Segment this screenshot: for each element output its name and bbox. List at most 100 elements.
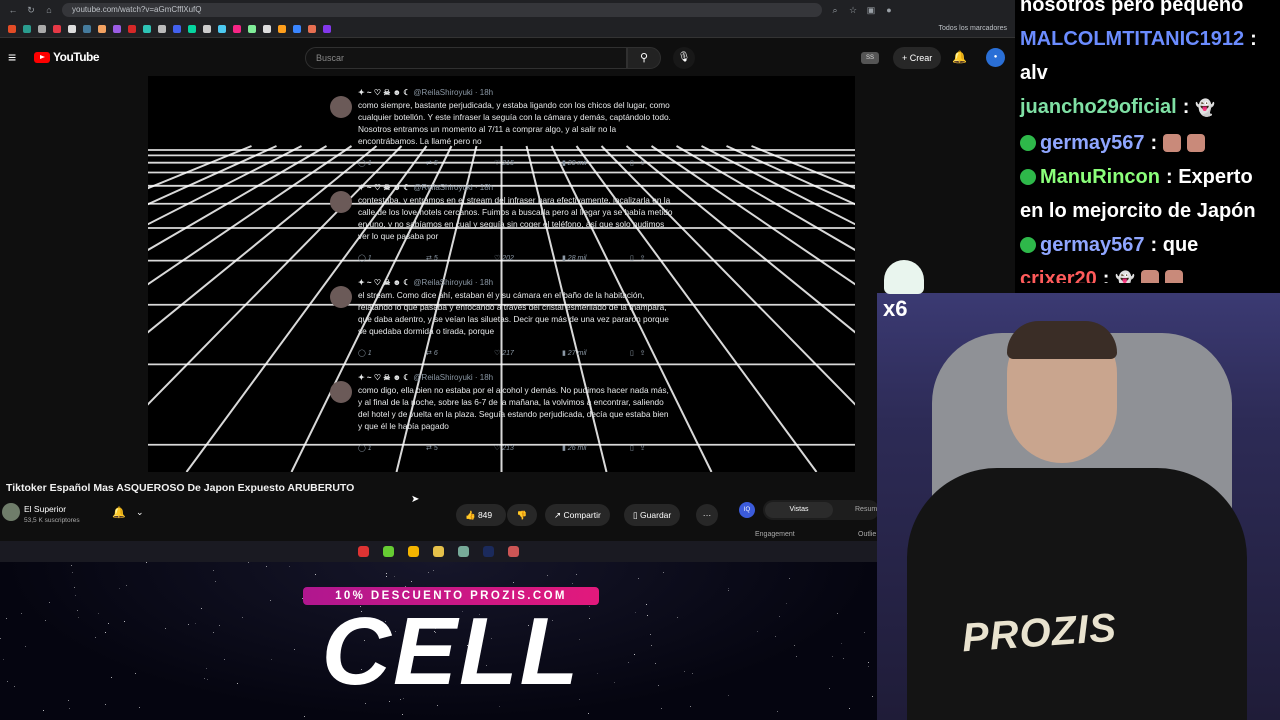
tweet-actions: ◯ 1 ⇄ 6 ♡ 217 ▮ 27 mil ▯ ⇪ [358,349,673,357]
tweet-handle[interactable]: @ReilaShiroyuki · 18h [413,183,493,192]
views-button[interactable]: ▮ 29 mil [562,159,630,167]
bookmark-icon[interactable]: ▯ ⇪ [630,444,646,452]
bookmark-icon[interactable] [83,24,91,33]
all-bookmarks[interactable]: Todos los marcadores [939,25,1007,32]
bookmark-icon[interactable] [248,24,256,33]
profile-icon[interactable]: ● [884,5,894,15]
subscription-bell-icon[interactable]: 🔔 [112,506,126,519]
bookmark-icon[interactable] [203,24,211,33]
account-avatar[interactable]: ● [986,48,1005,67]
reply-button[interactable]: ◯ 1 [358,349,426,357]
views-button[interactable]: ▮ 27 mil [562,349,630,357]
share-button[interactable]: ↗ Compartir [545,504,610,526]
like-heart-button[interactable]: ♡ 215 [494,159,562,167]
tweet-handle[interactable]: @ReilaShiroyuki · 18h [413,373,493,382]
chat-username[interactable]: germay567 [1040,132,1145,154]
channel-name[interactable]: El Superior [24,504,66,514]
bookmark-icon[interactable] [188,24,196,33]
bookmark-icon[interactable] [278,24,286,33]
bookmark-icon[interactable] [143,24,151,33]
bookmark-icon[interactable]: ▯ ⇪ [630,349,646,357]
bookmark-icon[interactable] [38,24,46,33]
chevron-down-icon[interactable]: ⌄ [136,507,144,518]
chrome-icon[interactable] [408,546,419,557]
tweet-avatar[interactable] [330,96,352,118]
star [789,578,790,579]
tweet-avatar[interactable] [330,381,352,403]
bookmark-icon[interactable] [323,24,331,33]
share-label: Compartir [563,510,601,520]
tweet-avatar[interactable] [330,286,352,308]
bookmark-icon[interactable] [113,24,121,33]
reload-icon[interactable]: ↻ [26,5,36,15]
youtube-logo[interactable]: YouTube [34,50,100,64]
bookmark-icon[interactable] [308,24,316,33]
tab-resumen[interactable]: Resum [855,502,877,518]
bookmark-icon[interactable] [8,24,16,33]
retweet-button[interactable]: ⇄ 5 [426,159,494,167]
bookmark-icon[interactable] [218,24,226,33]
bookmark-icon[interactable] [68,24,76,33]
address-bar[interactable]: youtube.com/watch?v=aGmCfflXufQ [62,3,822,17]
tweet-handle[interactable]: @ReilaShiroyuki · 18h [413,278,493,287]
reply-button[interactable]: ◯ 1 [358,254,426,262]
bookmark-icon[interactable]: ▯ ⇪ [630,254,646,262]
zoom-icon[interactable]: ⌕ [830,5,840,15]
bookmark-icon[interactable] [128,24,136,33]
search-input[interactable]: Buscar [305,47,627,69]
retweet-button[interactable]: ⇄ 5 [426,254,494,262]
tweet-avatar[interactable] [330,191,352,213]
home-icon[interactable]: ⌂ [44,5,54,15]
bookmark-icon[interactable] [173,24,181,33]
app-icon[interactable] [383,546,394,557]
views-button[interactable]: ▮ 28 mil [562,254,630,262]
save-button[interactable]: ▯ Guardar [624,504,681,526]
bookmark-icon[interactable] [233,24,241,33]
extensions-icon[interactable]: ▣ [866,5,876,15]
retweet-button[interactable]: ⇄ 5 [426,444,494,452]
bookmark-icon[interactable] [98,24,106,33]
notifications-bell-icon[interactable]: 🔔 [952,50,967,64]
reply-button[interactable]: ◯ 1 [358,444,426,452]
tweet-handle[interactable]: @ReilaShiroyuki · 18h [413,88,493,97]
photoshop-icon[interactable] [483,546,494,557]
bookmark-icon[interactable]: ▯ ⇪ [630,159,646,167]
chat-username[interactable]: MALCOLMTITANIC1912 [1020,28,1244,50]
bookmark-icon[interactable] [263,24,271,33]
create-button[interactable]: + Crear [893,47,942,69]
microphone-icon[interactable]: 🎙 [673,47,695,69]
chat-username[interactable]: germay567 [1040,234,1145,256]
retweet-button[interactable]: ⇄ 6 [426,349,494,357]
like-heart-button[interactable]: ♡ 213 [494,444,562,452]
like-heart-button[interactable]: ♡ 217 [494,349,562,357]
reply-button[interactable]: ◯ 1 [358,159,426,167]
star [213,570,214,571]
star-icon[interactable]: ☆ [848,5,858,15]
chat-username[interactable]: juancho29oficial [1020,96,1177,118]
chat-username[interactable]: ManuRincon [1040,166,1160,188]
app-icon[interactable] [358,546,369,557]
channel-avatar[interactable] [2,503,20,521]
dislike-button[interactable]: 👎 [507,504,537,526]
extension-logo[interactable]: IQ [739,502,755,518]
menu-icon[interactable]: ≡ [8,49,26,65]
tab-vistas[interactable]: Vistas [765,502,833,518]
like-heart-button[interactable]: ♡ 202 [494,254,562,262]
chat-username[interactable]: crixer20 [1020,268,1097,283]
bookmark-icon[interactable] [23,24,31,33]
extension-badge[interactable]: SS [861,52,879,64]
tweet-like-count: 217 [502,350,514,357]
like-button[interactable]: 👍 849 [456,504,506,526]
views-button[interactable]: ▮ 26 mil [562,444,630,452]
back-icon[interactable]: ← [8,5,18,15]
star [126,585,127,586]
folder-icon[interactable] [433,546,444,557]
search-icon[interactable]: ⚲ [627,47,661,69]
video-player[interactable]: ✦ ~ ♡ ☠ ☻ ☾ @ReilaShiroyuki · 18h como sie… [148,76,855,472]
bookmark-icon[interactable] [293,24,301,33]
app-icon[interactable] [508,546,519,557]
bookmark-icon[interactable] [158,24,166,33]
bookmark-icon[interactable] [53,24,61,33]
app-icon[interactable] [458,546,469,557]
more-actions-button[interactable]: ··· [696,504,718,526]
